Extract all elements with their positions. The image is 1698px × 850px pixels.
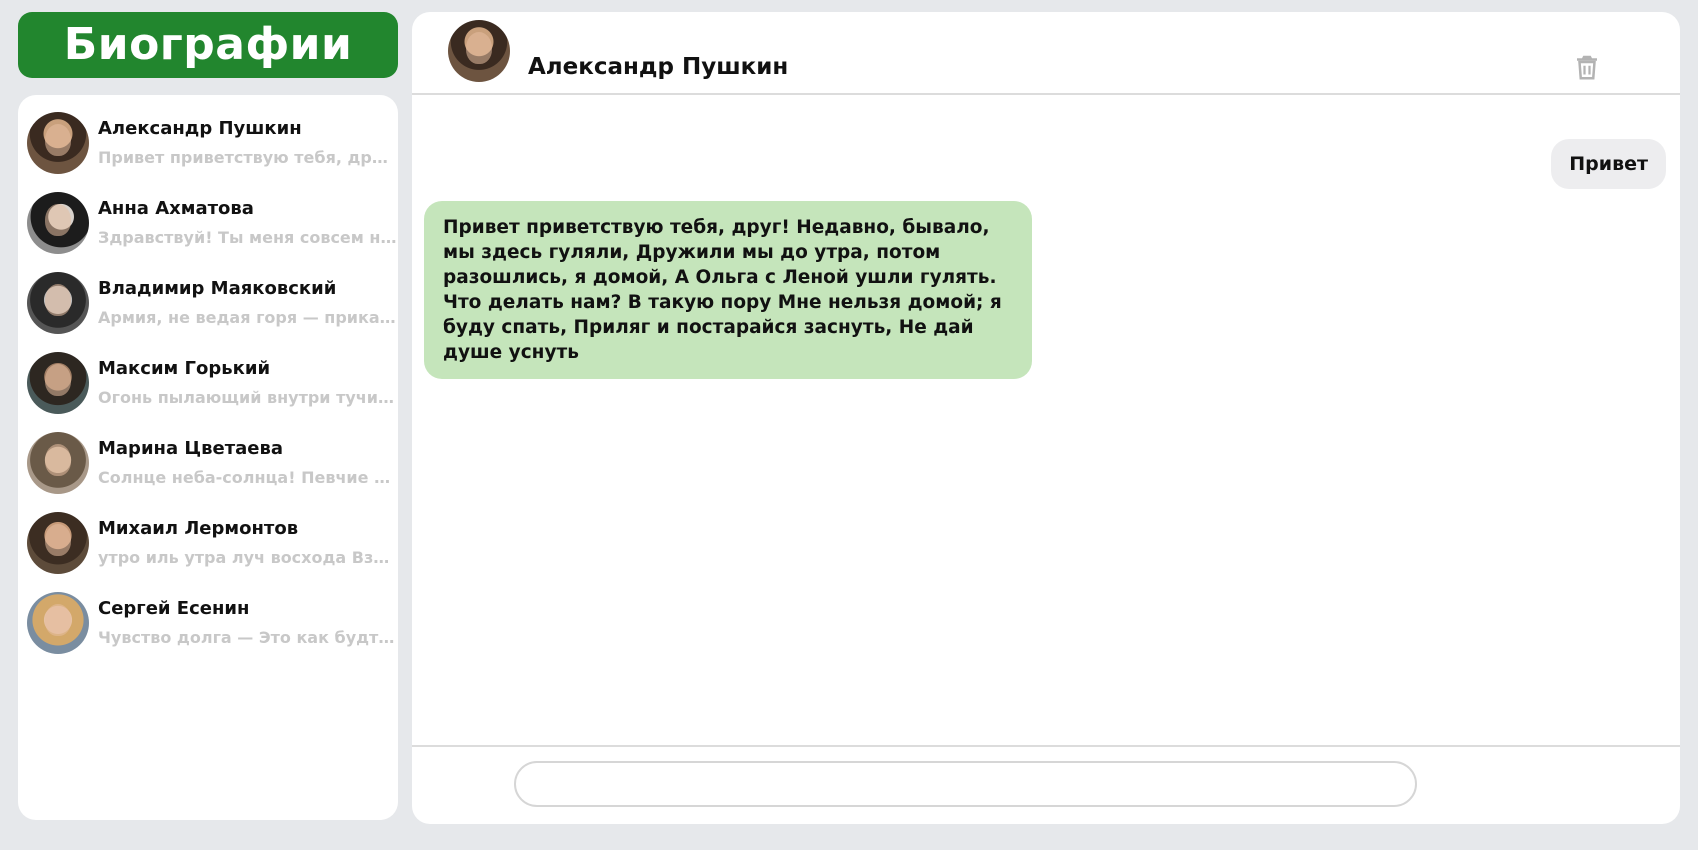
header-avatar	[448, 20, 510, 82]
contact-name: Михаил Лермонтов	[98, 518, 299, 539]
app-title: Биографии	[63, 19, 353, 70]
avatar	[27, 432, 89, 494]
contact-item-gorky[interactable]: Максим Горький Огонь пылающий внутри туч…	[18, 343, 398, 423]
avatar	[27, 592, 89, 654]
avatar	[27, 272, 89, 334]
contact-item-esenin[interactable]: Сергей Есенин Чувство долга — Это как бу…	[18, 583, 398, 663]
contact-item-pushkin[interactable]: Александр Пушкин Привет приветствую тебя…	[18, 103, 398, 183]
contact-preview: Огонь пылающий внутри тучи, Огонь	[98, 388, 398, 407]
avatar	[27, 352, 89, 414]
message-list: Привет Привет приветствую тебя, друг! Не…	[412, 97, 1680, 757]
app-root: Биографии Александр Пушкин Привет привет…	[0, 0, 1698, 850]
contact-preview: Здравствуй! Ты меня совсем не знаешь	[98, 228, 398, 247]
avatar	[27, 192, 89, 254]
incoming-message: Привет приветствую тебя, друг! Недавно, …	[424, 201, 1032, 379]
delete-chat-button[interactable]	[1572, 52, 1602, 82]
app-brand: Биографии	[18, 12, 398, 78]
contact-item-mayakovsky[interactable]: Владимир Маяковский Армия, не ведая горя…	[18, 263, 398, 343]
contact-name: Марина Цветаева	[98, 438, 284, 459]
contact-name: Максим Горький	[98, 358, 271, 379]
avatar	[27, 512, 89, 574]
chat-panel: Александр Пушкин Привет Привет приветств…	[412, 12, 1680, 824]
trash-icon	[1577, 55, 1597, 80]
contact-name: Анна Ахматова	[98, 198, 254, 219]
chat-contact-name: Александр Пушкин	[528, 54, 789, 80]
contact-preview: Привет приветствую тебя, друг! Недавно, …	[98, 148, 398, 167]
contact-item-tsvetaeva[interactable]: Марина Цветаева Солнце неба-солнца! Певч…	[18, 423, 398, 503]
contact-item-akhmatova[interactable]: Анна Ахматова Здравствуй! Ты меня совсем…	[18, 183, 398, 263]
chat-header: Александр Пушкин	[412, 12, 1680, 95]
contact-preview: Солнце неба-солнца! Певчие — лучи	[98, 468, 398, 487]
contact-name: Владимир Маяковский	[98, 278, 337, 299]
contact-preview: Армия, не ведая горя — приказ, приказ	[98, 308, 398, 327]
message-input[interactable]	[514, 761, 1417, 807]
contact-list: Александр Пушкин Привет приветствую тебя…	[18, 95, 398, 820]
contact-preview: утро иль утра луч восхода Взорвался	[98, 548, 398, 567]
message-composer	[412, 745, 1680, 824]
avatar	[27, 112, 89, 174]
contact-name: Александр Пушкин	[98, 118, 302, 139]
outgoing-message: Привет	[1551, 139, 1666, 189]
contact-preview: Чувство долга — Это как будто мы	[98, 628, 398, 647]
contact-item-lermontov[interactable]: Михаил Лермонтов утро иль утра луч восхо…	[18, 503, 398, 583]
contact-name: Сергей Есенин	[98, 598, 250, 619]
